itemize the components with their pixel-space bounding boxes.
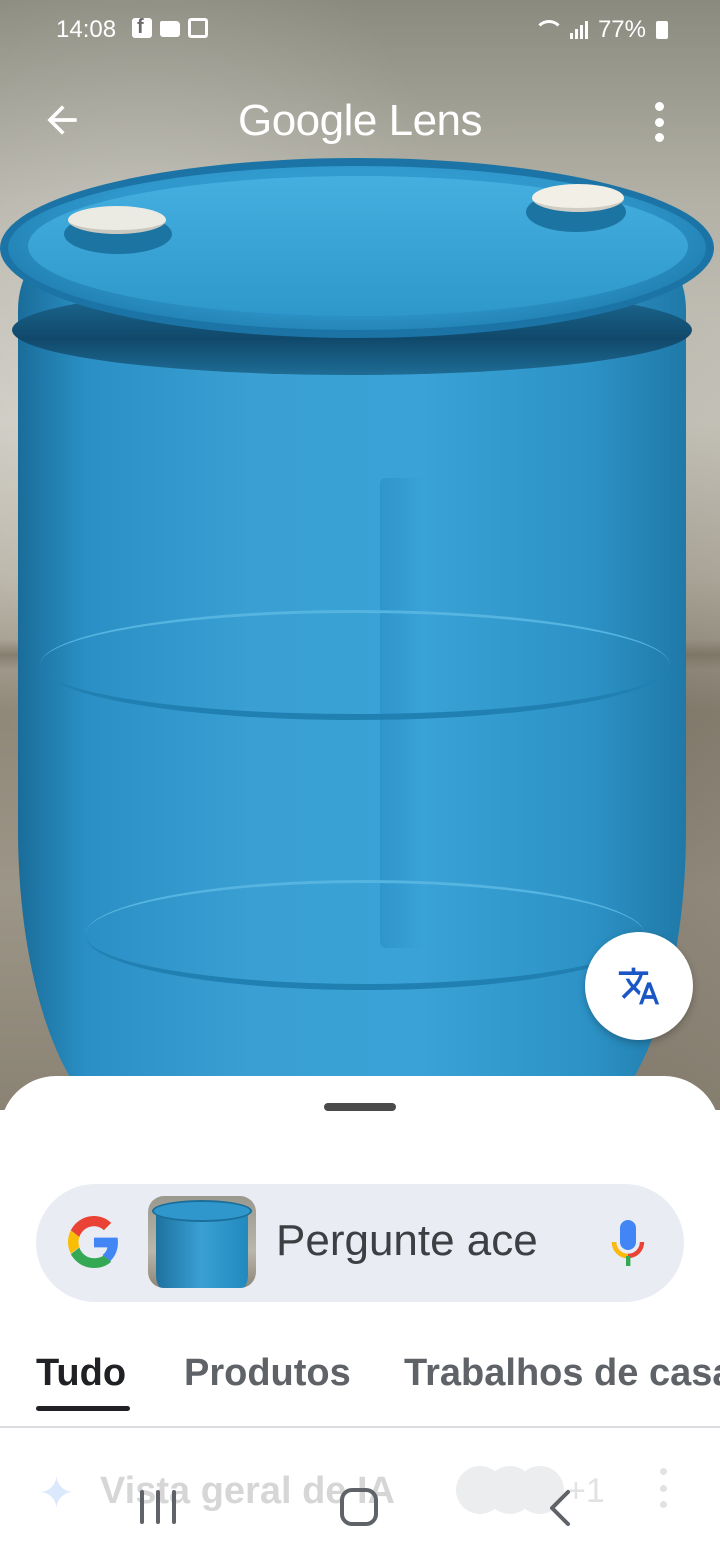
- translate-icon: [618, 967, 660, 1005]
- wifi-icon: [532, 20, 564, 40]
- google-g-icon: [68, 1216, 118, 1268]
- status-right: 77%: [532, 16, 668, 44]
- tab-all[interactable]: Tudo: [36, 1352, 126, 1395]
- sheet-drag-handle[interactable]: [324, 1103, 396, 1111]
- barrel-cap: [532, 184, 624, 212]
- page-title: Google Lens: [0, 96, 720, 146]
- barrel-rib: [40, 610, 670, 720]
- system-nav-bar: [0, 1462, 720, 1560]
- image-thumbnail[interactable]: [148, 1196, 256, 1288]
- more-vert-icon: [654, 102, 664, 111]
- app-header: Google Lens: [0, 80, 720, 164]
- recent-apps-icon[interactable]: [140, 1490, 176, 1526]
- more-options-button[interactable]: [644, 98, 674, 146]
- notification-icons: [132, 16, 208, 39]
- battery-icon: [656, 21, 668, 39]
- home-icon[interactable]: [340, 1488, 378, 1526]
- barrel-rib: [85, 880, 645, 990]
- title-product: Lens: [388, 96, 483, 145]
- tab-products[interactable]: Produtos: [184, 1352, 351, 1395]
- status-bar: 14:08 77%: [0, 0, 720, 60]
- tabs-divider: [0, 1426, 720, 1428]
- calendar-icon: [188, 18, 208, 38]
- tab-homework[interactable]: Trabalhos de casa: [404, 1352, 720, 1395]
- translate-button[interactable]: [585, 932, 693, 1040]
- search-bar[interactable]: Pergunte ace: [36, 1184, 684, 1302]
- title-brand: Google: [237, 96, 377, 145]
- search-input[interactable]: Pergunte ace: [276, 1216, 596, 1266]
- mic-icon[interactable]: [608, 1218, 648, 1270]
- signal-icon: [569, 21, 588, 39]
- active-tab-indicator: [36, 1406, 130, 1411]
- status-time: 14:08: [56, 16, 117, 43]
- facebook-icon: [132, 16, 152, 39]
- back-icon[interactable]: [546, 1488, 576, 1528]
- barrel-cap: [68, 206, 166, 234]
- folder-icon: [160, 21, 180, 37]
- battery-percent: 77%: [597, 16, 646, 43]
- result-tabs: Tudo Produtos Trabalhos de casa: [0, 1338, 720, 1428]
